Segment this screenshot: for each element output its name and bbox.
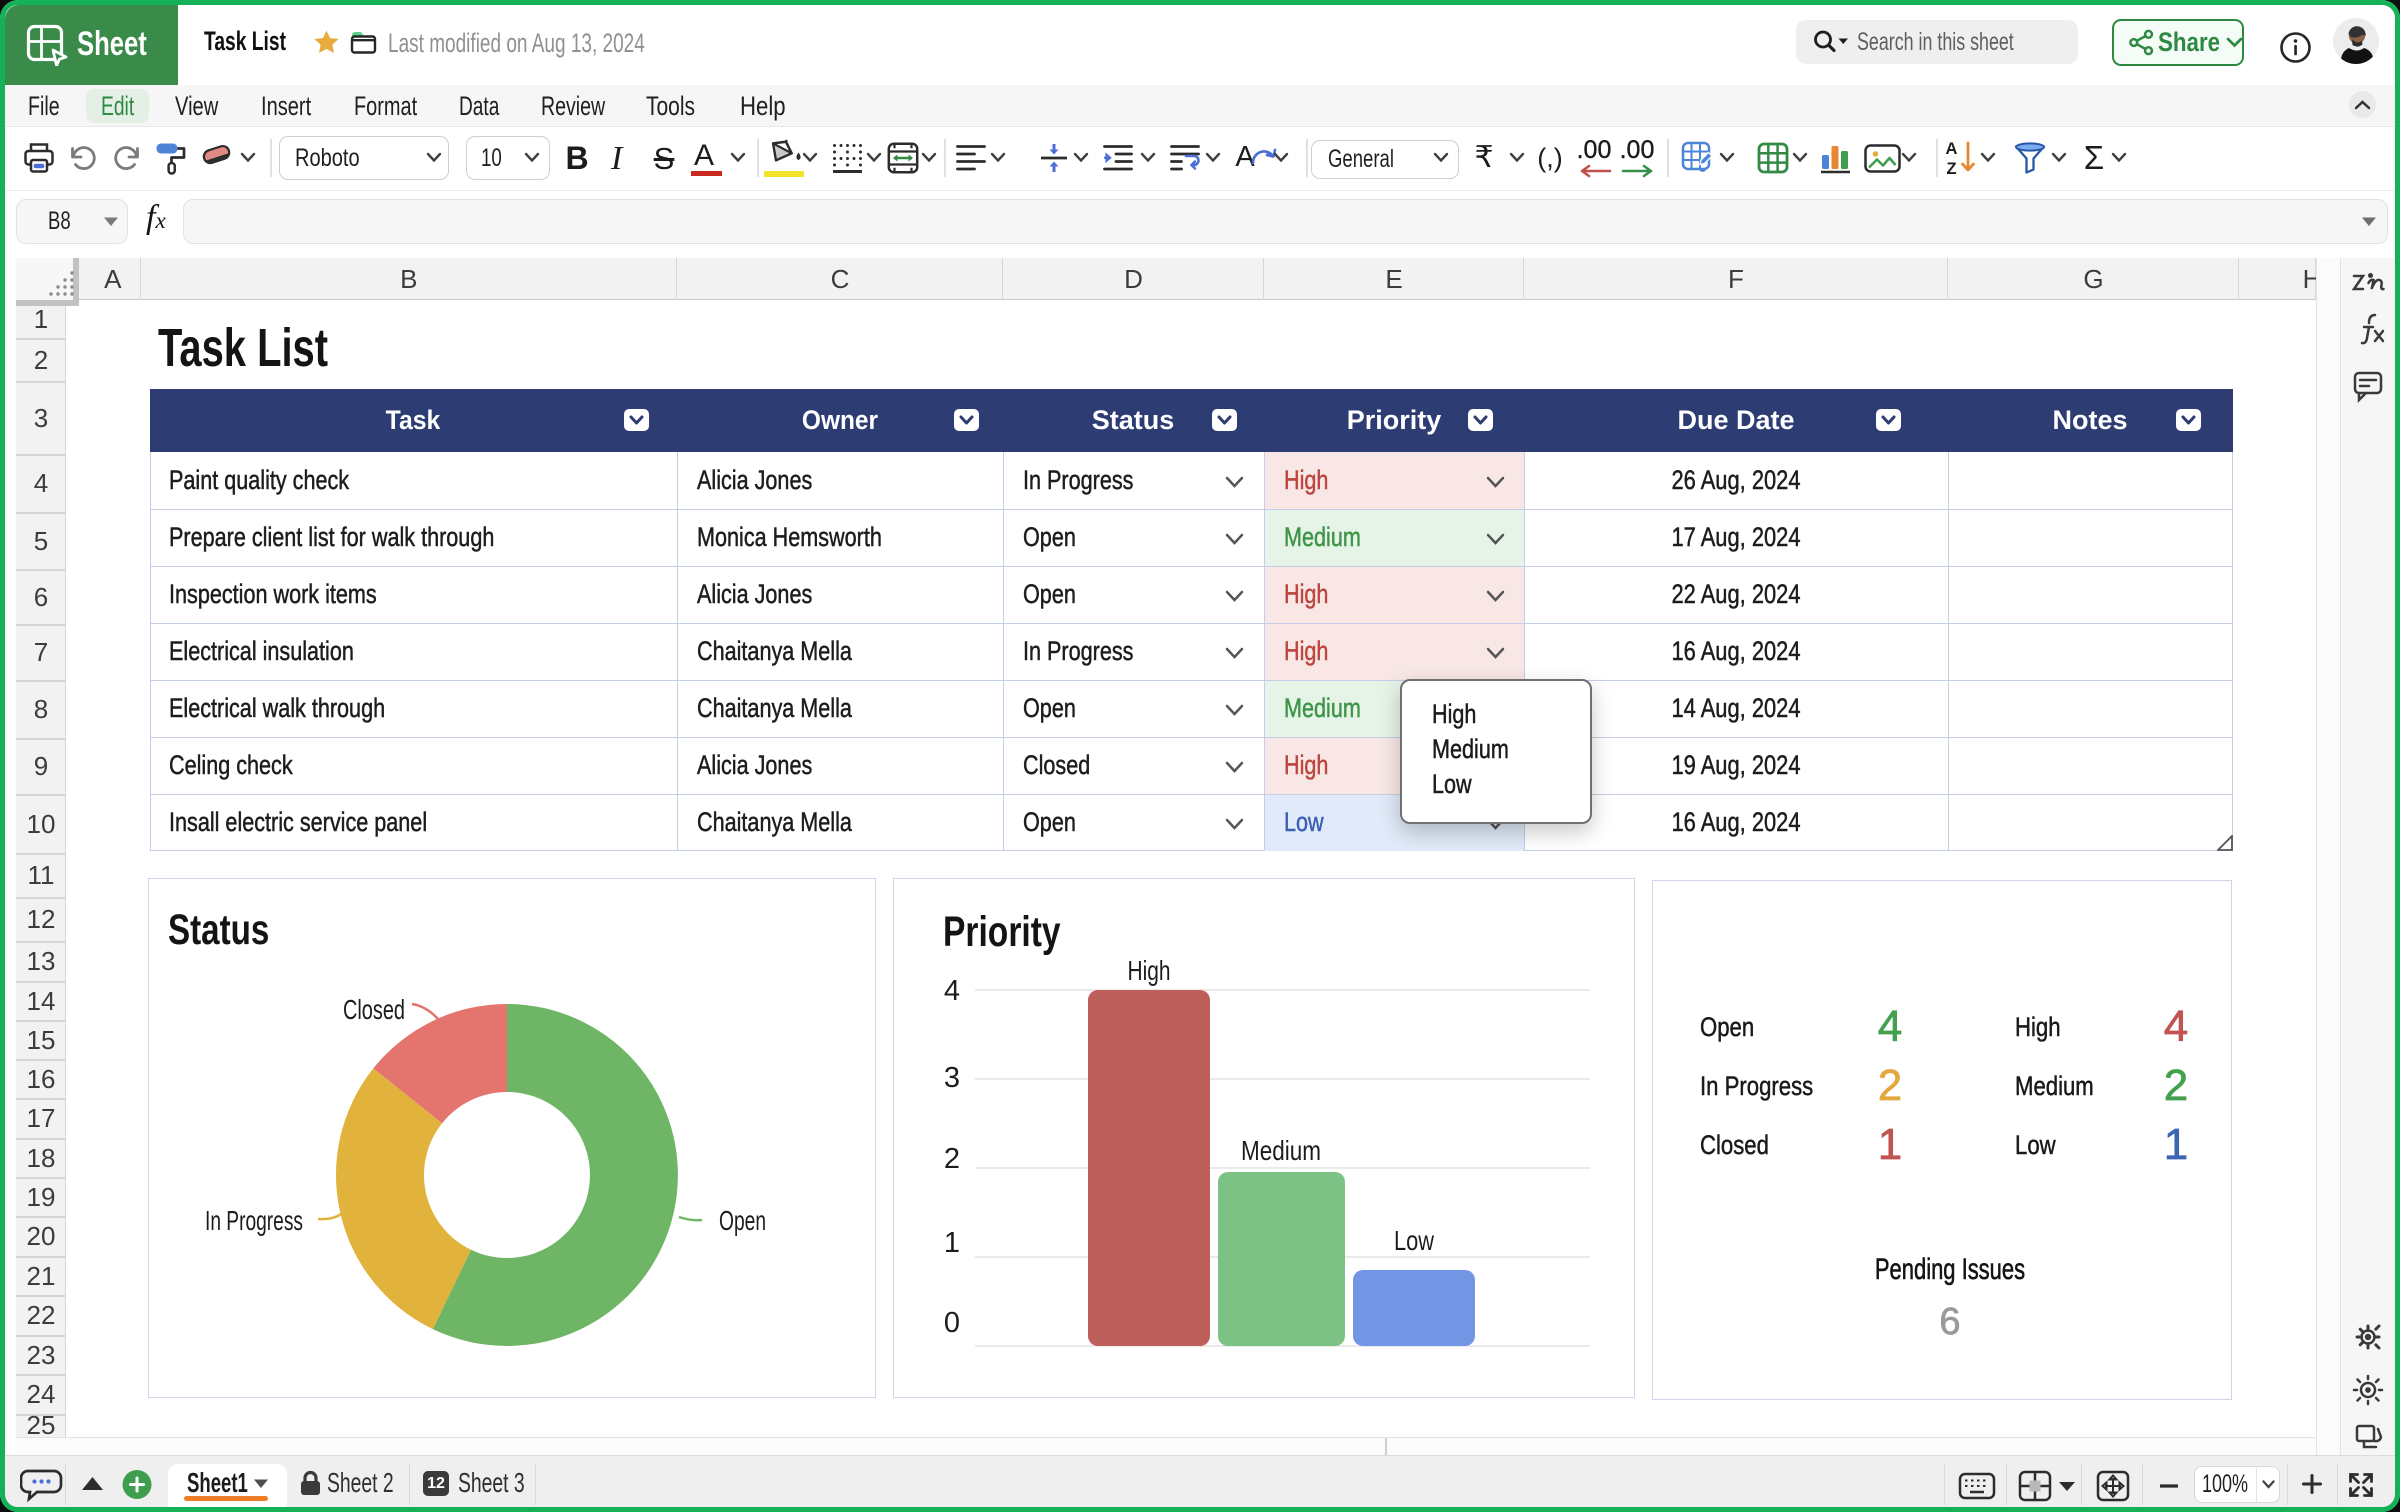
svg-text:Open: Open (719, 1205, 766, 1236)
svg-text:1: 1 (944, 1227, 960, 1259)
svg-text:High: High (1128, 955, 1171, 986)
svg-text:3: 3 (944, 1062, 960, 1094)
svg-text:In Progress: In Progress (205, 1205, 303, 1236)
svg-text:Closed: Closed (343, 994, 405, 1025)
svg-text:Medium: Medium (1241, 1135, 1321, 1166)
svg-text:Low: Low (1394, 1225, 1435, 1256)
svg-text:2: 2 (944, 1143, 960, 1175)
svg-text:4: 4 (944, 975, 960, 1007)
svg-text:0: 0 (944, 1307, 960, 1339)
